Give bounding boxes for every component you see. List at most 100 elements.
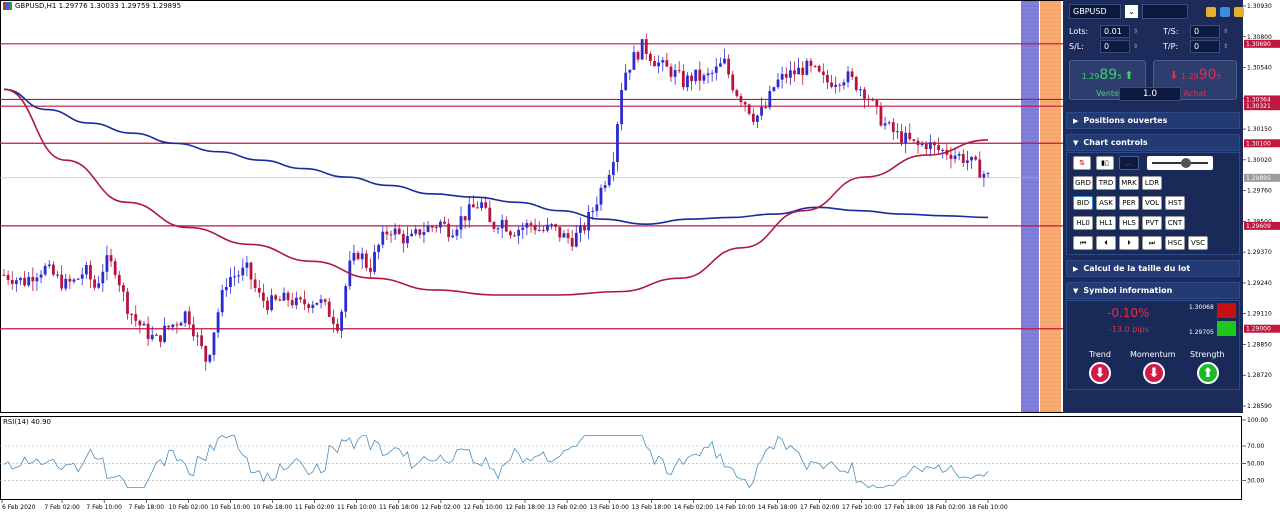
candle-body[interactable]	[570, 238, 574, 247]
candle-body[interactable]	[389, 234, 393, 236]
candle-body[interactable]	[410, 233, 413, 237]
candle-body[interactable]	[513, 235, 516, 237]
ts-stepper[interactable]: ⇕	[1223, 28, 1228, 35]
candle-body[interactable]	[504, 219, 508, 232]
candle-body[interactable]	[694, 69, 698, 82]
sl-stepper[interactable]: ⇕	[1133, 43, 1138, 50]
candle-body[interactable]	[546, 224, 549, 231]
lots-input[interactable]: 0.01	[1100, 25, 1130, 38]
candle-body[interactable]	[315, 302, 319, 305]
candle-body[interactable]	[64, 278, 68, 289]
candle-body[interactable]	[686, 75, 689, 88]
candle-body[interactable]	[381, 231, 385, 245]
candle-body[interactable]	[710, 72, 714, 74]
candle-body[interactable]	[183, 311, 187, 323]
candle-body[interactable]	[900, 131, 903, 144]
candle-body[interactable]	[636, 52, 640, 60]
candle-body[interactable]	[303, 299, 306, 305]
candle-body[interactable]	[167, 325, 171, 328]
candle-body[interactable]	[908, 132, 912, 140]
candle-body[interactable]	[896, 131, 899, 133]
candle-body[interactable]	[471, 204, 475, 208]
candle-body[interactable]	[72, 279, 76, 282]
candle-body[interactable]	[632, 52, 636, 70]
candle-body[interactable]	[817, 65, 821, 72]
candle-body[interactable]	[344, 286, 348, 312]
candle-body[interactable]	[233, 276, 236, 278]
candle-body[interactable]	[266, 300, 269, 311]
candle-body[interactable]	[422, 231, 426, 235]
symbol-select[interactable]: GBPUSD	[1069, 4, 1121, 19]
candle-body[interactable]	[756, 115, 759, 122]
candle-body[interactable]	[2, 274, 6, 276]
candle-body[interactable]	[60, 274, 64, 289]
candle-body[interactable]	[616, 124, 619, 163]
candle-body[interactable]	[941, 149, 945, 151]
candle-body[interactable]	[521, 227, 525, 230]
candle-body[interactable]	[451, 235, 455, 238]
candle-body[interactable]	[830, 82, 833, 87]
candle-body[interactable]	[887, 122, 891, 124]
candle-body[interactable]	[401, 234, 405, 244]
candle-body[interactable]	[924, 143, 928, 150]
control-button-bid[interactable]: BID	[1073, 196, 1093, 210]
candle-body[interactable]	[393, 228, 397, 235]
candle-body[interactable]	[826, 74, 829, 83]
candle-body[interactable]	[834, 84, 838, 87]
tp-stepper[interactable]: ⇕	[1223, 43, 1228, 50]
candle-body[interactable]	[661, 60, 665, 63]
candle-body[interactable]	[154, 334, 158, 336]
candle-body[interactable]	[76, 278, 80, 280]
control-button-cnt[interactable]: CNT	[1165, 216, 1185, 230]
candle-body[interactable]	[587, 212, 591, 231]
candle-body[interactable]	[706, 73, 710, 76]
candle-body[interactable]	[117, 274, 121, 286]
candle-body[interactable]	[974, 156, 978, 160]
candle-body[interactable]	[961, 154, 965, 163]
candle-body[interactable]	[39, 274, 43, 278]
candle-body[interactable]	[554, 224, 558, 227]
candle-body[interactable]	[89, 264, 92, 280]
candle-body[interactable]	[723, 58, 726, 64]
candle-body[interactable]	[364, 253, 368, 268]
candle-body[interactable]	[698, 69, 702, 81]
candle-body[interactable]	[418, 229, 422, 235]
candle-body[interactable]	[665, 60, 669, 67]
control-button-trd[interactable]: TRD	[1096, 176, 1116, 190]
candle-body[interactable]	[261, 292, 265, 301]
candle-body[interactable]	[270, 295, 274, 311]
control-button-hsc[interactable]: HSC	[1165, 236, 1185, 250]
candle-body[interactable]	[805, 60, 809, 75]
candle-body[interactable]	[842, 82, 846, 86]
control-button-mrk[interactable]: MRK	[1119, 176, 1139, 190]
candle-body[interactable]	[788, 70, 792, 78]
candle-body[interactable]	[603, 185, 607, 188]
candle-body[interactable]	[443, 221, 446, 224]
candle-body[interactable]	[743, 102, 747, 105]
candle-body[interactable]	[677, 70, 681, 72]
candle-body[interactable]	[163, 325, 166, 342]
candle-body[interactable]	[360, 253, 364, 260]
candle-body[interactable]	[31, 276, 35, 282]
candle-body[interactable]	[191, 324, 195, 337]
candle-body[interactable]	[690, 75, 693, 82]
control-button-ask[interactable]: ASK	[1096, 196, 1116, 210]
last-icon[interactable]: ⏭	[1142, 236, 1162, 250]
chart-type-line-button[interactable]: ⇅	[1073, 156, 1091, 170]
control-button-hls[interactable]: HLS	[1119, 216, 1139, 230]
candle-body[interactable]	[764, 107, 768, 109]
candle-body[interactable]	[237, 275, 241, 277]
candle-body[interactable]	[150, 334, 154, 340]
chart-controls-section[interactable]: ▼ Chart controls	[1066, 134, 1240, 151]
candle-body[interactable]	[838, 84, 842, 86]
candle-body[interactable]	[525, 223, 529, 228]
candle-body[interactable]	[138, 320, 142, 326]
candle-body[interactable]	[550, 224, 553, 226]
candle-body[interactable]	[867, 98, 871, 100]
candle-body[interactable]	[196, 335, 199, 337]
candle-body[interactable]	[377, 244, 381, 252]
candle-body[interactable]	[850, 71, 854, 77]
candle-body[interactable]	[6, 274, 10, 281]
candle-body[interactable]	[920, 143, 924, 146]
candle-body[interactable]	[356, 252, 360, 260]
